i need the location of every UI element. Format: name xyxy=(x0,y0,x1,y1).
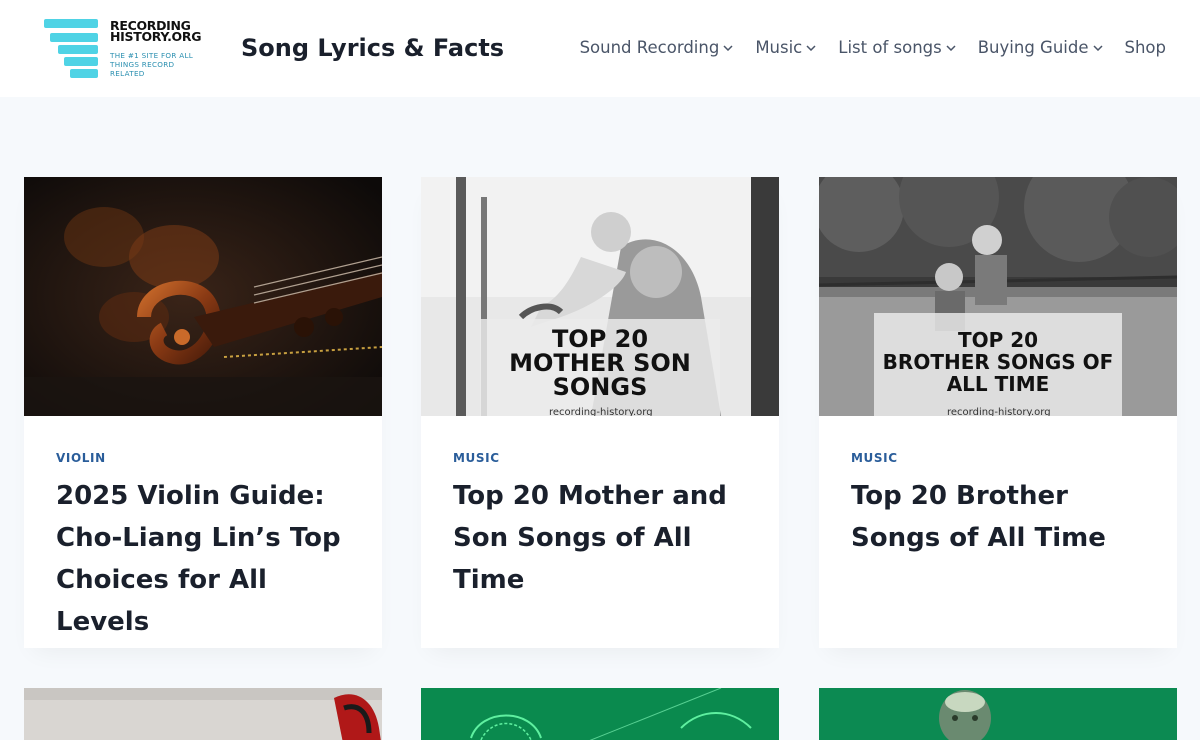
image-overlay-text: TOP 20 BROTHER SONGS OF ALL TIME xyxy=(874,313,1122,416)
post-card: TOP 20 BROTHER SONGS OF ALL TIME recordi… xyxy=(819,177,1177,648)
post-thumbnail-violins[interactable] xyxy=(24,177,382,416)
logo-bars-icon xyxy=(42,17,102,81)
nav-item-sound-recording[interactable]: Sound Recording xyxy=(580,38,736,57)
post-thumbnail-mother-son[interactable]: TOP 20 MOTHER SON SONGS recording-histor… xyxy=(421,177,779,416)
logo-tagline: THE #1 SITE FOR ALL THINGS RECORD RELATE… xyxy=(110,51,194,78)
site-logo[interactable]: RECORDING HISTORY.ORG THE #1 SITE FOR AL… xyxy=(42,17,212,81)
post-title-link[interactable]: Top 20 Mother and Son Songs of All Time xyxy=(453,475,753,601)
chevron-down-icon xyxy=(806,44,818,51)
nav-item-buying-guide[interactable]: Buying Guide xyxy=(978,38,1105,57)
primary-nav: Sound Recording Music List of songs Buyi… xyxy=(560,38,1166,57)
site-header: RECORDING HISTORY.ORG THE #1 SITE FOR AL… xyxy=(0,0,1200,97)
nav-item-shop[interactable]: Shop xyxy=(1125,38,1167,57)
image-watermark: recording-history.org xyxy=(549,407,653,416)
site-title[interactable]: Song Lyrics & Facts xyxy=(241,34,504,62)
post-thumbnail-partial[interactable] xyxy=(819,688,1177,740)
post-thumbnail-partial[interactable] xyxy=(421,688,779,740)
nav-item-list-of-songs[interactable]: List of songs xyxy=(838,38,957,57)
nav-label: Buying Guide xyxy=(977,38,1089,57)
chevron-down-icon xyxy=(723,44,735,51)
logo-name: RECORDING HISTORY.ORG xyxy=(110,18,202,44)
post-category-link[interactable]: MUSIC xyxy=(453,451,500,465)
chevron-down-icon xyxy=(946,44,958,51)
post-category-link[interactable]: MUSIC xyxy=(851,451,898,465)
nav-item-music[interactable]: Music xyxy=(755,38,818,57)
post-thumbnail-partial[interactable] xyxy=(24,688,382,740)
nav-label: List of songs xyxy=(838,38,942,57)
nav-label: Sound Recording xyxy=(579,38,720,57)
nav-label: Music xyxy=(755,38,803,57)
post-title-link[interactable]: Top 20 Brother Songs of All Time xyxy=(851,475,1151,559)
post-category-link[interactable]: VIOLIN xyxy=(56,451,106,465)
post-card: VIOLIN 2025 Violin Guide: Cho-Liang Lin’… xyxy=(24,177,382,648)
post-title-link[interactable]: 2025 Violin Guide: Cho-Liang Lin’s Top C… xyxy=(56,475,356,643)
chevron-down-icon xyxy=(1092,44,1105,51)
image-overlay-text: TOP 20 MOTHER SON SONGS xyxy=(480,319,720,416)
image-watermark: recording-history.org xyxy=(947,407,1051,416)
post-thumbnail-brothers[interactable]: TOP 20 BROTHER SONGS OF ALL TIME recordi… xyxy=(819,177,1177,416)
post-card: TOP 20 MOTHER SON SONGS recording-histor… xyxy=(421,177,779,648)
nav-label: Shop xyxy=(1124,38,1167,57)
